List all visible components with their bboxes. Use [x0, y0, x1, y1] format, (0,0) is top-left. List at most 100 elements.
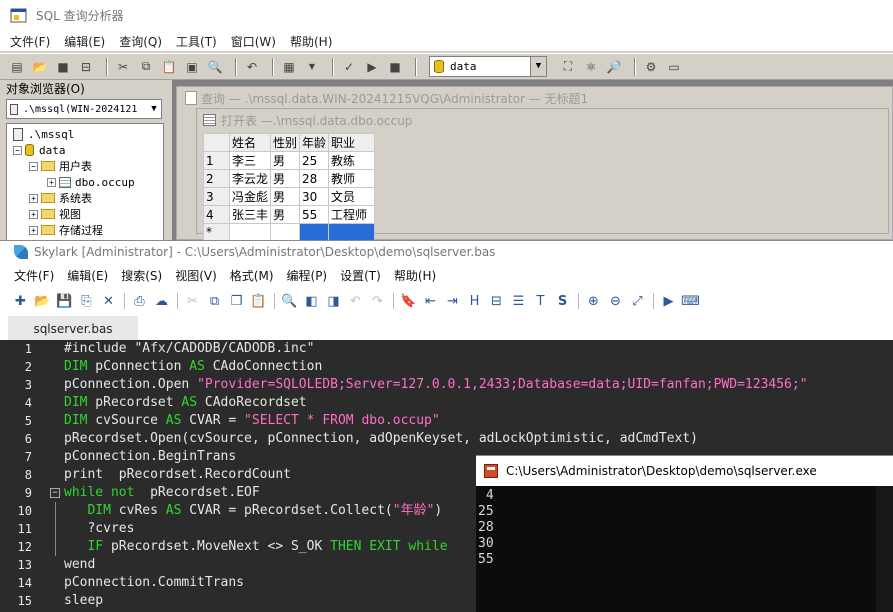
column-header[interactable]: 职业 [328, 133, 376, 152]
indent-icon[interactable]: ☰ [510, 293, 527, 310]
show-results-pane-icon[interactable]: ▭ [665, 59, 683, 75]
tree-item-system-tables[interactable]: + 系统表 [13, 190, 163, 206]
chevron-down-icon[interactable]: ▼ [147, 104, 161, 114]
find-icon[interactable]: 🔍 [206, 59, 224, 75]
cell[interactable]: 教师 [328, 169, 376, 188]
run-icon[interactable]: ▶ [660, 293, 677, 310]
fullscreen-icon[interactable]: ⤢ [629, 293, 646, 310]
column-header[interactable]: 姓名 [228, 133, 272, 152]
code-line[interactable]: 3 pConnection.Open "Provider=SQLOLEDB;Ser… [0, 376, 893, 394]
sky-menu-item[interactable]: 编程(P) [287, 267, 328, 284]
tree-item-user-tables[interactable]: − 用户表 [13, 158, 163, 174]
redo-icon[interactable]: ↷ [369, 293, 386, 310]
tab-sqlserver-bas[interactable]: sqlserver.bas [8, 316, 138, 342]
copy-icon[interactable]: ⧉ [206, 293, 223, 310]
save-icon[interactable]: 💾 [56, 293, 73, 310]
text-icon[interactable]: T [532, 293, 549, 310]
row-number[interactable]: 3 [203, 187, 230, 206]
open-folder-icon[interactable]: 📂 [31, 59, 49, 75]
database-select[interactable]: data ▼ [429, 56, 547, 77]
tree-item-views[interactable]: + 视图 [13, 206, 163, 222]
tree-item-table[interactable]: + dbo.occup [13, 174, 163, 190]
cell[interactable]: 张三丰 [228, 205, 272, 224]
cell[interactable]: 男 [270, 151, 301, 170]
chevron-down-icon[interactable]: ▼ [530, 57, 546, 76]
undo-icon[interactable]: ↶ [347, 293, 364, 310]
expand-icon[interactable]: + [29, 193, 38, 203]
cell[interactable]: 教练 [328, 151, 376, 170]
collapse-icon[interactable]: − [13, 145, 22, 155]
column-header[interactable]: 年龄 [299, 133, 330, 152]
parse-check-icon[interactable]: ✓ [340, 59, 358, 75]
row-number[interactable]: 1 [203, 151, 230, 170]
dropdown-arrow-icon[interactable]: ▼ [303, 59, 321, 75]
insert-template-icon[interactable]: ⊟ [77, 59, 95, 75]
fold-left-icon[interactable]: ◧ [303, 293, 320, 310]
console-scrollbar[interactable] [876, 486, 893, 612]
code-line[interactable]: 1 #include "Afx/CADODB/CADODB.inc" [0, 340, 893, 358]
new-query-icon[interactable]: ▤ [8, 59, 26, 75]
selected-cell[interactable] [299, 223, 330, 241]
table-row[interactable]: 4 张三丰男 55 工程师 [203, 205, 376, 224]
table-row[interactable]: 1 李三男 25 教练 [203, 151, 376, 170]
cell[interactable]: 冯金彪 [228, 187, 272, 206]
cell[interactable]: 55 [299, 205, 330, 224]
copy-alt-icon[interactable]: ❐ [228, 293, 245, 310]
cell[interactable]: 李三 [228, 151, 272, 170]
cell[interactable]: 男 [270, 187, 301, 206]
cell[interactable]: 工程师 [328, 205, 376, 224]
paste-icon[interactable]: 📋 [250, 293, 267, 310]
qa-menu-item[interactable]: 文件(F) [10, 33, 50, 50]
search-icon[interactable]: 🔍 [281, 293, 298, 310]
sky-menu-item[interactable]: 搜索(S) [121, 267, 162, 284]
sky-menu-item[interactable]: 设置(T) [340, 267, 381, 284]
code-line[interactable]: 6 pRecordset.Open(cvSource, pConnection, … [0, 430, 893, 448]
object-browser-toggle-icon[interactable]: ⚛ [582, 59, 600, 75]
save-icon[interactable]: ■ [54, 59, 72, 75]
tree-item-stored-procedures[interactable]: + 存储过程 [13, 222, 163, 238]
qa-menu-item[interactable]: 工具(T) [176, 33, 217, 50]
disk-icon[interactable]: ⊟ [488, 293, 505, 310]
column-header[interactable]: 性别 [270, 133, 301, 152]
server-combo[interactable]: .\mssql(WIN-2024121 ▼ [6, 99, 162, 119]
cell[interactable]: 28 [299, 169, 330, 188]
results-grid[interactable]: 姓名 性别 年龄 职业 1 李三男 25 教练 2 李云龙男 28 教师 3 冯金彪男 30 文员… [203, 133, 376, 241]
clear-window-icon[interactable]: ▣ [183, 59, 201, 75]
save-all-icon[interactable]: ⎘ [78, 293, 95, 310]
selected-cell[interactable] [328, 223, 376, 241]
terminal-icon[interactable]: ⌨ [681, 293, 700, 310]
cloud-icon[interactable]: ☁ [153, 293, 170, 310]
copy-icon[interactable]: ⧉ [137, 59, 155, 75]
tree-item-server[interactable]: .\mssql [13, 126, 163, 142]
header-icon[interactable]: H [466, 293, 483, 310]
stop-icon[interactable]: ■ [386, 59, 404, 75]
sky-menu-item[interactable]: 格式(M) [230, 267, 274, 284]
properties-icon[interactable]: ⚙ [642, 59, 660, 75]
zoom-in-icon[interactable]: ⊕ [585, 293, 602, 310]
sky-menu-item[interactable]: 视图(V) [175, 267, 217, 284]
table-row[interactable]: 3 冯金彪男 30 文员 [203, 187, 376, 206]
bookmark-prev-icon[interactable]: ⇤ [422, 293, 439, 310]
fold-right-icon[interactable]: ◨ [325, 293, 342, 310]
bookmark-icon[interactable]: 🔖 [400, 293, 417, 310]
row-number[interactable]: 2 [203, 169, 230, 188]
cell[interactable]: 30 [299, 187, 330, 206]
estimated-plan-icon[interactable]: ⛶ [559, 59, 577, 75]
cell[interactable] [270, 223, 301, 241]
open-folder-icon[interactable]: 📂 [34, 293, 51, 310]
fold-collapse-icon[interactable]: − [50, 488, 60, 498]
close-file-icon[interactable]: ✕ [100, 293, 117, 310]
cell[interactable]: 男 [270, 205, 301, 224]
code-line[interactable]: 4 DIM pRecordset AS CAdoRecordset [0, 394, 893, 412]
execute-icon[interactable]: ▶ [363, 59, 381, 75]
qa-menu-item[interactable]: 编辑(E) [64, 33, 105, 50]
tree-item-database[interactable]: − data [13, 142, 163, 158]
open-table-window[interactable]: 打开表 —.\mssql.data.dbo.occup 姓名 性别 年龄 职业 … [196, 108, 889, 241]
row-number[interactable]: 4 [203, 205, 230, 224]
qa-menu-item[interactable]: 帮助(H) [290, 33, 332, 50]
cut-icon[interactable]: ✂ [114, 59, 132, 75]
sky-menu-item[interactable]: 文件(F) [14, 267, 54, 284]
undo-icon[interactable]: ↶ [243, 59, 261, 75]
new-row[interactable]: * [203, 223, 376, 241]
print-icon[interactable]: ⎙ [131, 293, 148, 310]
